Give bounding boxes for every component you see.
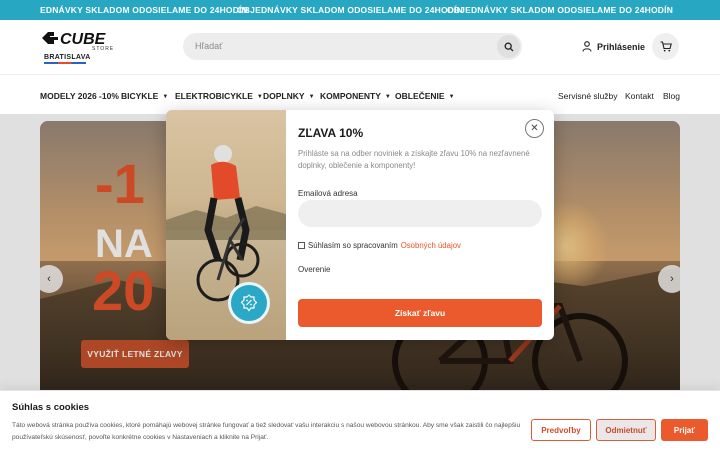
- close-button[interactable]: ✕: [525, 119, 544, 138]
- verification-label: Overenie: [298, 265, 331, 274]
- consent-row: Súhlasím so spracovaním Osobných údajov: [298, 241, 461, 250]
- main-nav: MODELY 2026 -10% BICYKLE ▼ ELEKTROBICYKLE…: [0, 76, 720, 114]
- modal-description: Prihláste sa na odber noviniek a získajt…: [298, 149, 530, 170]
- search-icon: [504, 42, 513, 51]
- announcement-ticker: EDNÁVKY SKLADOM ODOSIELAME DO 24HODÍN OB…: [0, 0, 720, 20]
- location-flag-bar: [44, 62, 86, 64]
- privacy-link[interactable]: Osobných údajov: [401, 241, 461, 250]
- user-icon: [582, 41, 592, 52]
- cart-icon: [660, 41, 672, 52]
- nav-item-accessories[interactable]: DOPLNKY ▼: [263, 91, 315, 101]
- discount-badge-icon: [240, 294, 258, 312]
- cookie-banner: Súhlas s cookies Táto webová stránka pou…: [0, 390, 720, 450]
- consent-checkbox[interactable]: [298, 242, 305, 249]
- newsletter-modal: ZĽAVA 10% ✕ Prihláste sa na odber novini…: [166, 110, 554, 340]
- logo-sub: STORE: [92, 46, 115, 52]
- chevron-down-icon: ▼: [256, 94, 263, 100]
- cookie-text: Táto webová stránka používa cookies, kto…: [12, 422, 521, 441]
- nav-item-blog[interactable]: Blog: [663, 91, 680, 101]
- get-discount-button[interactable]: Získať zľavu: [298, 299, 542, 327]
- nav-item-bicycles[interactable]: BICYKLE ▼: [121, 91, 168, 101]
- nav-item-service[interactable]: Servisné služby: [558, 91, 618, 101]
- nav-item-contact[interactable]: Kontakt: [625, 91, 654, 101]
- chevron-down-icon: ▼: [162, 94, 169, 100]
- cookie-deny-button[interactable]: Odmietnuť: [596, 419, 656, 441]
- discount-badge: [228, 282, 270, 324]
- ticker-item: OBJEDNÁVKY SKLADOM ODOSIELAME DO 24HODÍN: [447, 5, 674, 15]
- modal-title: ZĽAVA 10%: [298, 126, 364, 140]
- nav-item-models[interactable]: MODELY 2026 -10%: [40, 91, 119, 101]
- store-location: BRATISLAVA: [44, 54, 91, 61]
- modal-body: ZĽAVA 10% ✕ Prihláste sa na odber novini…: [298, 110, 544, 340]
- consent-text: Súhlasím so spracovaním: [308, 241, 398, 250]
- search-button[interactable]: [497, 35, 520, 58]
- cookie-title: Súhlas s cookies: [12, 402, 90, 413]
- login-label: Prihlásenie: [597, 41, 646, 52]
- chevron-down-icon: ▼: [308, 94, 315, 100]
- login-link[interactable]: Prihlásenie: [582, 41, 645, 52]
- ticker-item: OBJEDNÁVKY SKLADOM ODOSIELAME DO 24HODÍN: [237, 5, 464, 15]
- close-icon: ✕: [530, 123, 539, 134]
- cookie-preferences-button[interactable]: Predvoľby: [531, 419, 591, 441]
- nav-item-components[interactable]: KOMPONENTY ▼: [320, 91, 391, 101]
- nav-item-clothing[interactable]: OBLEČENIE ▼: [395, 91, 455, 101]
- chevron-down-icon: ▼: [384, 94, 391, 100]
- ticker-item: EDNÁVKY SKLADOM ODOSIELAME DO 24HODÍN: [40, 5, 248, 15]
- cookie-accept-button[interactable]: Prijať: [661, 419, 708, 441]
- chevron-down-icon: ▼: [448, 94, 455, 100]
- search-placeholder: Hľadať: [195, 41, 223, 51]
- site-header: CUBE STORE BRATISLAVA Hľadať Prihlásenie: [0, 20, 720, 75]
- nav-item-ebikes[interactable]: ELEKTROBICYKLE ▼: [175, 91, 263, 101]
- search-input[interactable]: Hľadať: [183, 33, 522, 60]
- email-label: Emailová adresa: [298, 189, 358, 198]
- email-field[interactable]: [298, 200, 542, 227]
- cart-button[interactable]: [652, 33, 679, 60]
